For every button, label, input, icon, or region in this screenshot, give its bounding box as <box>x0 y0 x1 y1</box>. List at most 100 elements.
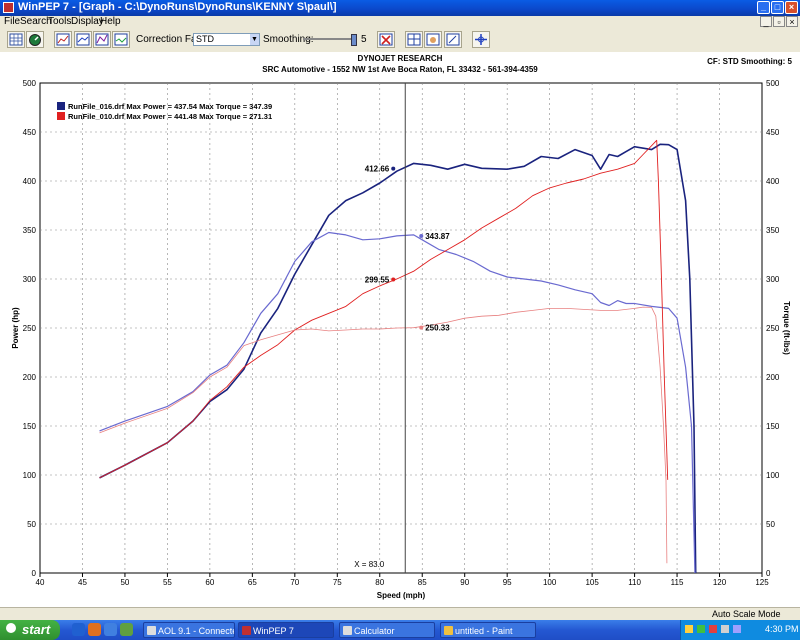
legend-swatch <box>57 102 65 110</box>
x-tick-label: 60 <box>205 578 214 587</box>
grid-icon <box>9 33 23 46</box>
mdi-restore-button[interactable]: ▫ <box>773 16 785 27</box>
hand-tool-button[interactable] <box>424 31 442 48</box>
network-icon[interactable] <box>733 625 741 633</box>
calculator-icon <box>343 626 352 635</box>
slider-track <box>303 38 355 40</box>
x-tick-label: 45 <box>78 578 87 587</box>
start-label: start <box>22 622 51 637</box>
desktop-icon[interactable] <box>120 623 133 636</box>
x-tick-label: 85 <box>418 578 427 587</box>
y-left-tick-label: 400 <box>23 177 37 186</box>
app-icon <box>3 2 14 13</box>
y-left-tick-label: 100 <box>23 471 37 480</box>
ie-icon[interactable] <box>72 623 85 636</box>
aol-icon <box>147 626 156 635</box>
cursor-value-label: 299.55 <box>365 275 390 284</box>
x-tick-label: 80 <box>375 578 384 587</box>
maximize-button[interactable]: □ <box>771 1 784 14</box>
window-titlebar[interactable]: WinPEP 7 - [Graph - C:\DynoRuns\DynoRuns… <box>0 0 800 16</box>
mdi-minimize-button[interactable]: _ <box>760 16 772 27</box>
y-left-tick-label: 500 <box>23 79 37 88</box>
chart-icon <box>76 33 90 46</box>
graph-style-2-button[interactable] <box>74 31 92 48</box>
autoscale-status: Auto Scale Mode <box>712 609 781 619</box>
graph-style-1-button[interactable] <box>54 31 72 48</box>
mdi-close-button[interactable]: × <box>786 16 798 27</box>
task-calculator[interactable]: Calculator <box>339 622 435 638</box>
graph-style-4-button[interactable] <box>112 31 130 48</box>
overlay-button[interactable] <box>405 31 423 48</box>
windows-logo-icon <box>6 623 16 633</box>
gauge-icon <box>29 34 41 46</box>
y-right-tick-label: 300 <box>766 275 780 284</box>
menu-help[interactable]: Help <box>100 16 121 27</box>
chevron-down-icon[interactable]: ▼ <box>250 34 259 45</box>
zoom-button[interactable] <box>444 31 462 48</box>
y-left-tick-label: 50 <box>27 520 36 529</box>
clock[interactable]: 4:30 PM <box>765 624 799 634</box>
legend-entry: RunFile_016.drf Max Power = 437.54 Max T… <box>68 102 272 111</box>
y-right-tick-label: 250 <box>766 324 780 333</box>
menu-search[interactable]: Search <box>20 16 52 27</box>
window-title: WinPEP 7 - [Graph - C:\DynoRuns\DynoRuns… <box>18 1 337 13</box>
menu-display[interactable]: Display <box>71 16 104 27</box>
y-right-tick-label: 350 <box>766 226 780 235</box>
taskbar: start AOL 9.1 - Connected... WinPEP 7 Ca… <box>0 620 800 640</box>
dyno-chart[interactable]: 40 45 50 55 60 65 70 75 80 85 90 95 100 105 110 115 120 1… <box>0 52 800 607</box>
aol-icon[interactable] <box>104 623 117 636</box>
volume-icon[interactable] <box>721 625 729 633</box>
slider-thumb[interactable] <box>351 34 357 46</box>
task-label: Calculator <box>354 626 395 636</box>
y-left-tick-label: 250 <box>23 324 37 333</box>
y-right-tick-label: 50 <box>766 520 775 529</box>
zoom-icon <box>446 33 460 46</box>
cursor-marker <box>419 325 424 330</box>
y-left-tick-label: 0 <box>32 569 37 578</box>
open-runfile-button[interactable] <box>7 31 25 48</box>
task-paint[interactable]: untitled - Paint <box>440 622 536 638</box>
minimize-button[interactable]: _ <box>757 1 770 14</box>
tray-icon[interactable] <box>709 625 717 633</box>
close-button[interactable]: × <box>785 1 798 14</box>
x-tick-label: 115 <box>671 578 684 587</box>
graph-panel: DYNOJET RESEARCH SRC Automotive - 1552 N… <box>0 52 800 607</box>
cursor-value-label: 412.66 <box>365 165 390 174</box>
x-tick-label: 70 <box>290 578 299 587</box>
chart-icon <box>95 33 109 46</box>
menu-tools[interactable]: Tools <box>48 16 71 27</box>
tray-icon[interactable] <box>697 625 705 633</box>
task-winpep[interactable]: WinPEP 7 <box>238 622 334 638</box>
correction-factor-select[interactable]: STD ▼ <box>193 33 260 46</box>
task-aol[interactable]: AOL 9.1 - Connected... <box>143 622 235 638</box>
chart-icon <box>114 33 128 46</box>
x-tick-label: 40 <box>36 578 45 587</box>
delete-runs-button[interactable] <box>377 31 395 48</box>
x-tick-label: 125 <box>755 578 769 587</box>
y-left-tick-label: 150 <box>23 422 37 431</box>
y-right-tick-label: 450 <box>766 128 780 137</box>
x-axis-label: Speed (mph) <box>377 591 426 600</box>
task-label: AOL 9.1 - Connected... <box>158 626 234 636</box>
system-tray: 4:30 PM <box>680 620 800 640</box>
y-right-tick-label: 200 <box>766 373 780 382</box>
tray-icon[interactable] <box>685 625 693 633</box>
menu-file[interactable]: File <box>4 16 20 27</box>
start-button[interactable]: start <box>0 620 60 640</box>
y-left-tick-label: 200 <box>23 373 37 382</box>
graph-style-3-button[interactable] <box>93 31 111 48</box>
y-right-axis-label: Torque (ft-lbs) <box>782 301 791 355</box>
y-left-tick-label: 350 <box>23 226 37 235</box>
firefox-icon[interactable] <box>88 623 101 636</box>
dyno-gauge-button[interactable] <box>26 31 44 48</box>
cursor-crosshair-button[interactable] <box>472 31 490 48</box>
smoothing-slider[interactable] <box>303 34 357 46</box>
winpep-icon <box>242 626 251 635</box>
cursor-marker <box>391 277 396 282</box>
x-tick-label: 55 <box>163 578 172 587</box>
y-right-tick-label: 400 <box>766 177 780 186</box>
legend-entry: RunFile_010.drf Max Power = 441.48 Max T… <box>68 112 272 121</box>
cursor-marker <box>391 166 396 171</box>
x-tick-label: 100 <box>543 578 557 587</box>
y-left-tick-label: 450 <box>23 128 37 137</box>
